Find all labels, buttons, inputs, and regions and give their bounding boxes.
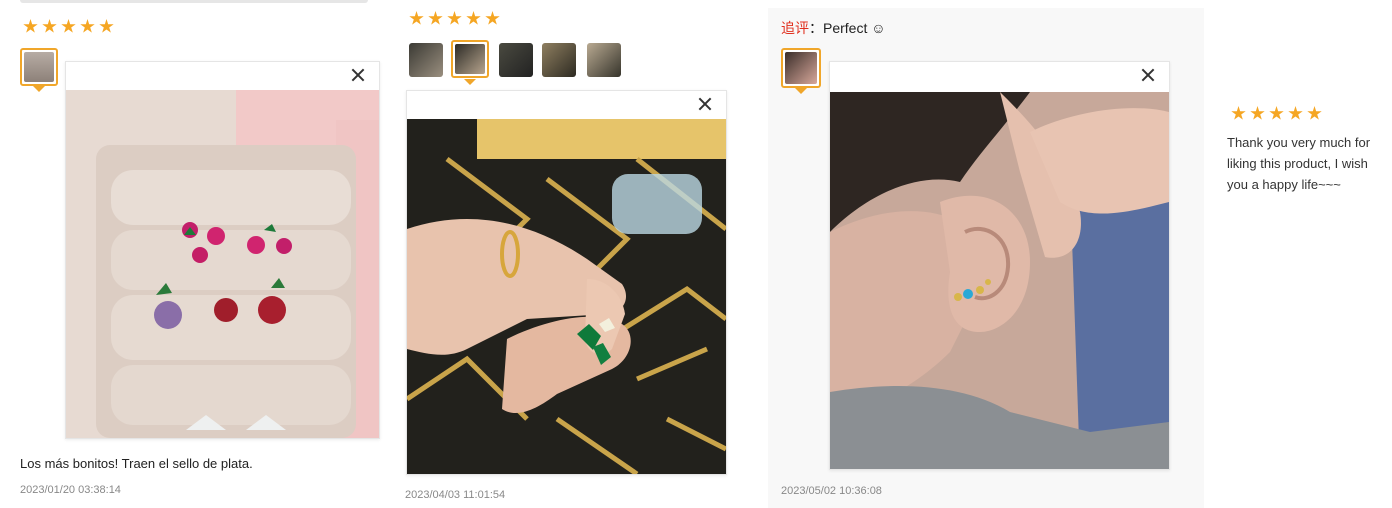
review-text: Thank you very much for liking this prod… [1227,135,1371,192]
star-icon [1231,106,1246,120]
star-icon [485,11,500,25]
review-photo-thumbnail[interactable] [542,43,576,77]
review-photo-thumbnail[interactable] [409,43,443,77]
review-photo-thumbnail-selected[interactable] [451,40,489,78]
photo-thumbnail-icon [499,43,533,77]
review-date: 2023/01/20 03:38:14 [20,484,121,496]
star-icon [409,11,424,25]
close-icon[interactable] [351,68,365,82]
photo-viewer [829,61,1170,470]
photo-thumbnail-icon [587,43,621,77]
review-photo[interactable] [66,90,379,438]
followup-review: 追评：Perfect ☺ [781,18,886,38]
followup-label: 追评 [781,20,809,36]
star-icon [99,19,114,33]
photo-viewer [406,90,727,475]
star-icon [428,11,443,25]
close-icon[interactable] [1141,68,1155,82]
earring-hand-illustration [407,119,726,474]
earring-box-illustration [66,90,379,438]
close-icon[interactable] [698,97,712,111]
thumbnail-pointer [33,86,45,92]
photo-thumbnail-icon [785,52,817,84]
ear-earring-illustration [830,92,1169,469]
review-photo[interactable] [830,92,1169,469]
previous-review-divider [20,0,368,3]
review-date: 2023/04/03 11:01:54 [405,489,506,501]
photo-thumbnail-icon [24,52,54,82]
photo-thumbnail-strip [406,40,636,80]
review-photo-thumbnail[interactable] [499,43,533,77]
review-photo-thumbnail[interactable] [20,48,58,86]
star-icon [1307,106,1322,120]
thumbnail-pointer [795,88,807,94]
star-icon [1288,106,1303,120]
rating-stars [409,11,500,26]
photo-thumbnail-icon [409,43,443,77]
star-icon [1250,106,1265,120]
photo-viewer [65,61,380,439]
star-icon [23,19,38,33]
review-photo-thumbnail[interactable] [781,48,821,88]
review-date: 2023/05/02 10:36:08 [781,485,882,497]
rating-stars [1231,106,1322,121]
rating-stars [23,19,114,34]
star-icon [447,11,462,25]
review-photo-thumbnail[interactable] [587,43,621,77]
photo-thumbnail-icon [455,44,485,74]
review-text: Los más bonitos! Traen el sello de plata… [20,456,253,471]
star-icon [61,19,76,33]
star-icon [466,11,481,25]
thumbnail-pointer [464,79,476,85]
followup-text: Perfect ☺ [823,20,886,36]
photo-thumbnail-icon [542,43,576,77]
star-icon [80,19,95,33]
review-photo[interactable] [407,119,726,474]
star-icon [42,19,57,33]
followup-separator: ： [809,20,823,36]
star-icon [1269,106,1284,120]
